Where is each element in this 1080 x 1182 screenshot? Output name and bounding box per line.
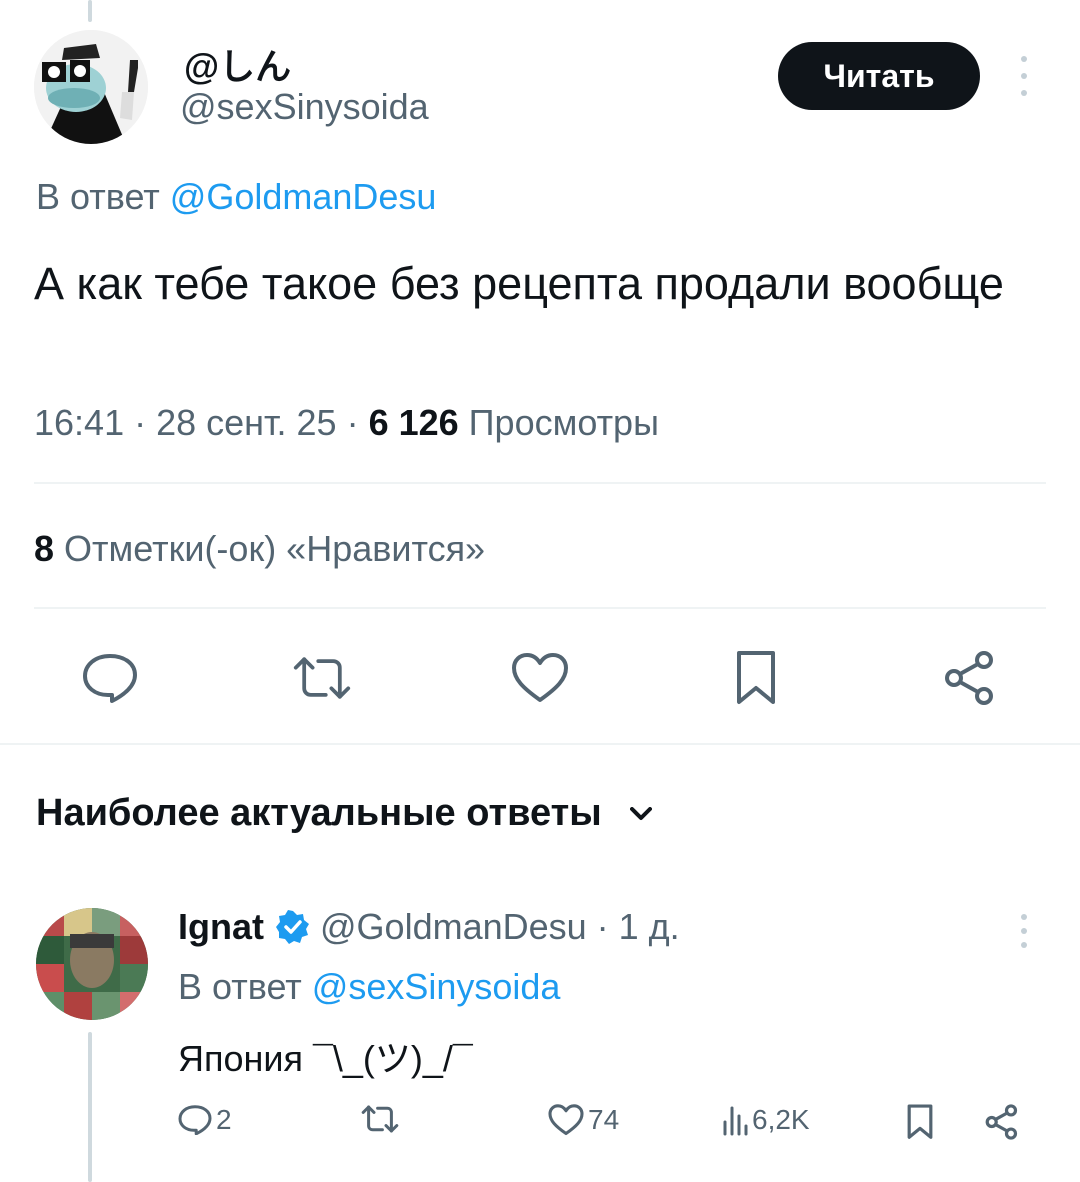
reply-share-button[interactable] — [984, 1104, 1020, 1140]
verified-badge-icon — [276, 910, 310, 944]
author-display-name[interactable]: @しん — [184, 38, 291, 90]
reply-to-mention[interactable]: @sexSinysoida — [312, 966, 561, 1007]
follow-button[interactable]: Читать — [778, 42, 980, 110]
share-icon — [984, 1104, 1020, 1140]
heart-icon — [548, 1104, 584, 1136]
tweet-meta: 16:41 · 28 сент. 25 · 6 126 Просмотры — [34, 402, 659, 444]
reply-retweet-button[interactable] — [360, 1104, 400, 1134]
reply-prefix: В ответ — [36, 176, 160, 217]
author-handle[interactable]: @sexSinysoida — [180, 86, 429, 128]
divider — [34, 607, 1046, 609]
divider — [34, 482, 1046, 484]
comment-icon[interactable] — [80, 648, 140, 708]
reply-comment-count: 2 — [216, 1104, 232, 1135]
reply-to-mention[interactable]: @GoldmanDesu — [170, 176, 437, 217]
reply-author-avatar[interactable] — [36, 908, 148, 1020]
views-count: 6 126 — [368, 402, 459, 443]
thread-connector-top — [88, 0, 92, 22]
reply-replying-to: В ответ @sexSinysoida — [178, 966, 560, 1008]
replying-to: В ответ @GoldmanDesu — [36, 176, 436, 218]
reply-like-button[interactable]: 74 — [548, 1104, 619, 1136]
tweet-text: А как тебе такое без рецепта продали воо… — [34, 258, 1004, 309]
reply-author-name[interactable]: Ignat — [178, 906, 264, 948]
reply-bookmark-button[interactable] — [906, 1104, 934, 1140]
views-label: Просмотры — [458, 402, 659, 443]
reply-header: Ignat @GoldmanDesu · 1 д. — [178, 906, 680, 948]
likes-summary[interactable]: 8 Отметки(-ок) «Нравится» — [34, 528, 485, 570]
share-icon[interactable] — [940, 648, 1000, 708]
retweet-icon[interactable] — [292, 648, 352, 708]
reply-views-count: 6,2K — [752, 1104, 810, 1135]
more-vertical-icon[interactable] — [1010, 56, 1038, 96]
replies-sort-dropdown[interactable]: Наиболее актуальные ответы — [36, 792, 652, 835]
reply-views-button[interactable]: 6,2K — [722, 1104, 810, 1136]
likes-label: Отметки(-ок) «Нравится» — [54, 528, 486, 569]
replies-sort-label: Наиболее актуальные ответы — [36, 792, 602, 834]
thread-connector — [88, 1032, 92, 1182]
reply-text: Япония ¯\_(ツ)_/¯ — [178, 1038, 473, 1079]
comment-icon — [178, 1105, 212, 1135]
reply-comment-button[interactable]: 2 — [178, 1104, 232, 1136]
retweet-icon — [360, 1104, 400, 1134]
chevron-down-icon — [629, 806, 652, 821]
reply-prefix: В ответ — [178, 966, 302, 1007]
more-vertical-icon[interactable] — [1010, 914, 1038, 948]
likes-count: 8 — [34, 528, 55, 569]
bookmark-icon — [906, 1104, 934, 1140]
heart-icon[interactable] — [510, 648, 570, 708]
bookmark-icon[interactable] — [726, 648, 786, 708]
author-avatar[interactable] — [34, 30, 148, 144]
views-icon — [722, 1104, 748, 1136]
section-divider — [0, 743, 1080, 745]
reply-like-count: 74 — [588, 1104, 620, 1135]
tweet-timestamp[interactable]: 16:41 · 28 сент. 25 · — [34, 402, 369, 443]
reply-author-handle[interactable]: @GoldmanDesu · 1 д. — [320, 906, 680, 948]
